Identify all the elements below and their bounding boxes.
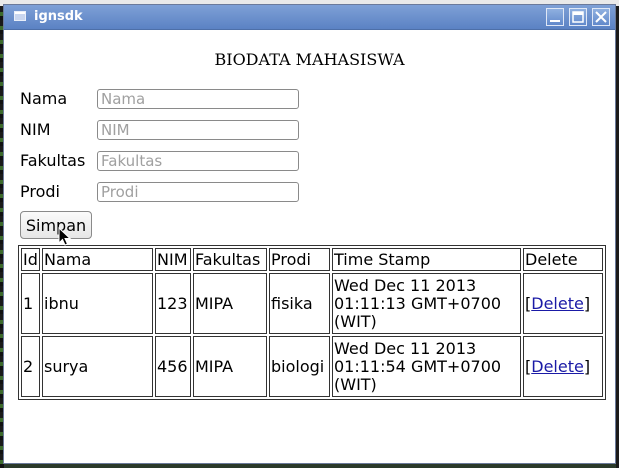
simpan-button[interactable]: Simpan — [20, 211, 92, 239]
timestamp-zone: (WIT) — [334, 374, 377, 394]
prodi-label: Prodi — [20, 182, 60, 201]
delete-bracket-close: ] — [583, 293, 591, 313]
table-row: 2 surya 456 MIPA biologi Wed Dec 11 2013… — [21, 336, 603, 397]
cell-id: 2 — [21, 336, 40, 397]
minimize-button[interactable] — [546, 8, 564, 26]
cell-nim: 123 — [155, 273, 191, 334]
window-app-icon — [14, 11, 26, 21]
delete-link[interactable]: Delete — [531, 357, 584, 376]
cell-nim: 456 — [155, 336, 191, 397]
fakultas-input[interactable] — [97, 151, 299, 171]
cell-nama: ibnu — [42, 273, 153, 334]
page-title: BIODATA MAHASISWA — [214, 50, 405, 69]
column-header-timestamp: Time Stamp — [332, 248, 521, 271]
column-header-nama: Nama — [42, 248, 153, 271]
cell-prodi: biologi — [269, 336, 330, 397]
cell-timestamp: Wed Dec 11 2013 01:11:13 GMT+0700 (WIT) — [332, 273, 521, 334]
nim-input[interactable] — [97, 120, 299, 140]
cell-id: 1 — [21, 273, 40, 334]
cell-delete: [Delete] — [523, 336, 603, 397]
nama-input[interactable] — [97, 89, 299, 109]
cell-nama: surya — [42, 336, 153, 397]
cell-delete: [Delete] — [523, 273, 603, 334]
cell-fakultas: MIPA — [193, 336, 267, 397]
column-header-prodi: Prodi — [269, 248, 330, 271]
delete-link[interactable]: Delete — [531, 294, 584, 313]
nim-label: NIM — [20, 120, 51, 139]
minimize-icon — [550, 20, 560, 22]
window-title: ignsdk — [34, 9, 83, 24]
maximize-icon — [572, 11, 584, 23]
prodi-input[interactable] — [97, 182, 299, 202]
timestamp-date: Wed Dec 11 2013 — [334, 275, 477, 295]
timestamp-date: Wed Dec 11 2013 — [334, 338, 477, 358]
column-header-nim: NIM — [155, 248, 191, 271]
cell-timestamp: Wed Dec 11 2013 01:11:54 GMT+0700 (WIT) — [332, 336, 521, 397]
page-content: BIODATA MAHASISWA Nama NIM Fakultas Prod… — [4, 30, 615, 463]
app-window: ignsdk BIODATA MAHASISWA Nama NIM — [3, 4, 616, 464]
timestamp-time: 01:11:54 GMT+0700 — [334, 356, 502, 376]
column-header-fakultas: Fakultas — [193, 248, 267, 271]
timestamp-zone: (WIT) — [334, 311, 377, 331]
window-titlebar[interactable]: ignsdk — [4, 5, 615, 30]
maximize-button[interactable] — [569, 8, 587, 26]
close-button[interactable] — [592, 8, 610, 26]
mouse-pointer-icon — [58, 227, 72, 246]
column-header-delete: Delete — [523, 248, 603, 271]
table-row: 1 ibnu 123 MIPA fisika Wed Dec 11 2013 01… — [21, 273, 603, 334]
fakultas-label: Fakultas — [20, 151, 86, 170]
close-icon — [595, 11, 607, 23]
timestamp-time: 01:11:13 GMT+0700 — [334, 293, 502, 313]
delete-bracket-close: ] — [583, 356, 591, 376]
cell-fakultas: MIPA — [193, 273, 267, 334]
nama-label: Nama — [20, 89, 68, 108]
table-header-row: Id Nama NIM Fakultas Prodi Time Stamp De… — [21, 248, 603, 271]
mahasiswa-table: Id Nama NIM Fakultas Prodi Time Stamp De… — [18, 245, 606, 400]
column-header-id: Id — [21, 248, 40, 271]
cell-prodi: fisika — [269, 273, 330, 334]
